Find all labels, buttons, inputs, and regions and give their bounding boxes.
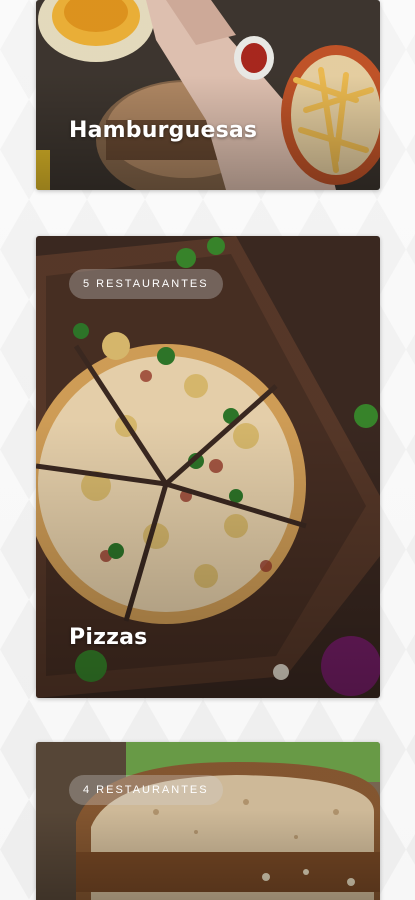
photo-overlay <box>36 0 380 190</box>
photo-overlay <box>36 742 380 900</box>
category-card-sandwich[interactable]: 4 RESTAURANTES <box>36 742 380 900</box>
category-title: Hamburguesas <box>69 118 258 143</box>
category-card-hamburguesas[interactable]: Hamburguesas <box>36 0 380 190</box>
restaurant-count-badge: 5 RESTAURANTES <box>69 269 223 299</box>
category-title: Pizzas <box>69 625 148 650</box>
category-card-pizzas[interactable]: 5 RESTAURANTES Pizzas <box>36 236 380 698</box>
restaurant-count-badge: 4 RESTAURANTES <box>69 775 223 805</box>
